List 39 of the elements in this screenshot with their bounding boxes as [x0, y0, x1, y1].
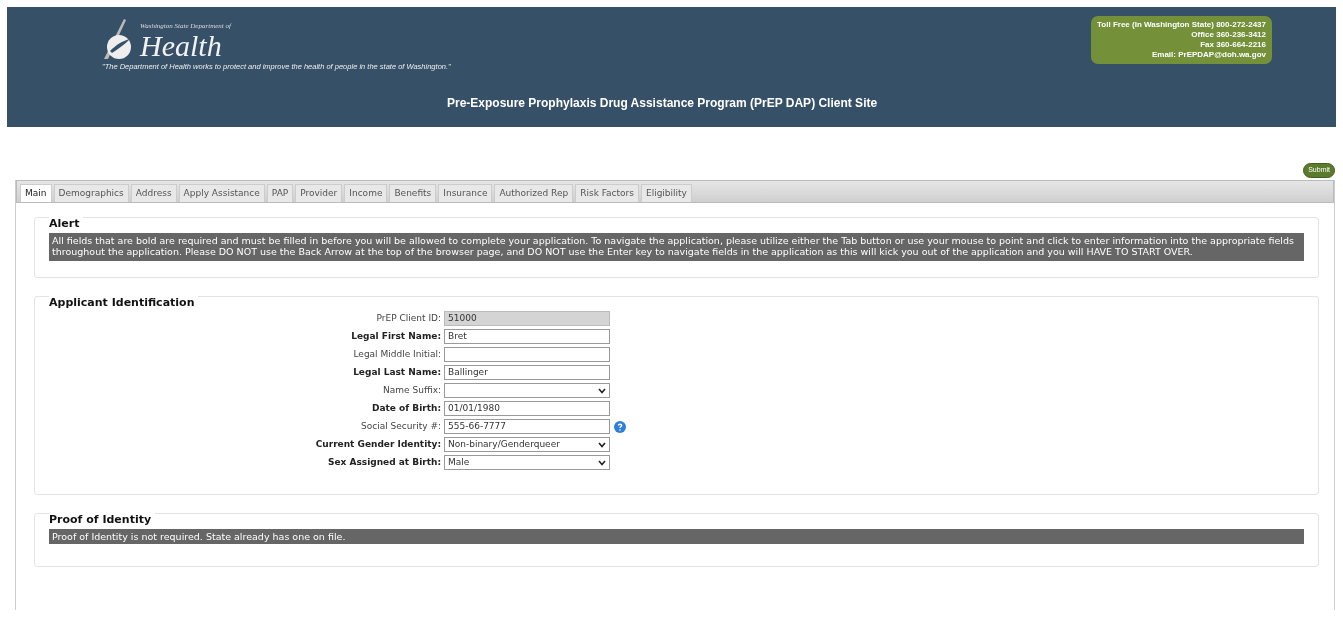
chevron-down-icon — [598, 441, 606, 448]
tab[interactable]: Address — [130, 183, 177, 202]
input-field[interactable]: Ballinger — [444, 365, 610, 380]
field-label: Social Security #: — [360, 419, 442, 433]
input-field[interactable] — [444, 347, 610, 362]
site-title: Pre-Exposure Prophylaxis Drug Assistance Program (PrEP DAP) Client Site — [447, 95, 878, 112]
tab[interactable]: Provider — [295, 183, 343, 202]
tab[interactable]: Benefits — [389, 183, 437, 202]
field-label: Legal First Name: — [350, 329, 442, 343]
tab[interactable]: Apply Assistance — [178, 183, 265, 202]
field-label: Sex Assigned at Birth: — [326, 455, 442, 469]
input-field[interactable]: 01/01/1980 — [444, 401, 610, 416]
field-label: PrEP Client ID: — [375, 311, 442, 325]
chevron-down-icon — [598, 387, 606, 394]
tab[interactable]: PAP — [266, 183, 294, 202]
select-field[interactable] — [444, 383, 610, 398]
alert-message: All fields that are bold are required and must be filled in before you will be allowed to complete your application. To navigate the application, please utilize either the Tab button or use your mouse to point and click to enter information into the appropriate fields throughout the application. Please DO NOT use the Back Arrow at the top of the browser page, and DO NOT use the Enter key to navigate fields in the application as this will kick you out of the application and you will HAVE TO START OVER. — [49, 232, 1304, 261]
field-label: Name Suffix: — [382, 383, 442, 397]
chevron-down-icon — [598, 459, 606, 466]
field-label: Date of Birth: — [371, 401, 442, 415]
field-label: Legal Last Name: — [352, 365, 442, 379]
contact-info: Toll Free (In Washington State) 800-272-2437 Office 360-236-3412 Fax 360-664-2216 Email: PrEPDAP@doh.wa.gov — [1091, 16, 1272, 64]
tab[interactable]: Risk Factors — [575, 183, 639, 202]
select-field[interactable]: Male — [444, 455, 610, 470]
input-field[interactable]: Bret — [444, 329, 610, 344]
proof-message: Proof of Identity is not required. State already has one on file. — [49, 528, 1304, 544]
tab[interactable]: Main — [20, 183, 52, 202]
tab[interactable]: Eligibility — [640, 183, 692, 202]
section-title: Applicant Identification — [49, 294, 199, 311]
tab[interactable]: Authorized Rep — [494, 183, 574, 202]
logo-wordmark: Health — [140, 31, 223, 61]
tab[interactable]: Insurance — [438, 183, 493, 202]
input-field[interactable]: 555-66-7777 — [444, 419, 610, 434]
field-label: Legal Middle Initial: — [352, 347, 442, 361]
help-icon[interactable] — [614, 420, 626, 433]
tab[interactable]: Demographics — [53, 183, 129, 202]
tab[interactable]: Income — [344, 183, 388, 202]
field-label: Current Gender Identity: — [314, 437, 442, 451]
select-field[interactable]: Non-binary/Genderqueer — [444, 437, 610, 452]
